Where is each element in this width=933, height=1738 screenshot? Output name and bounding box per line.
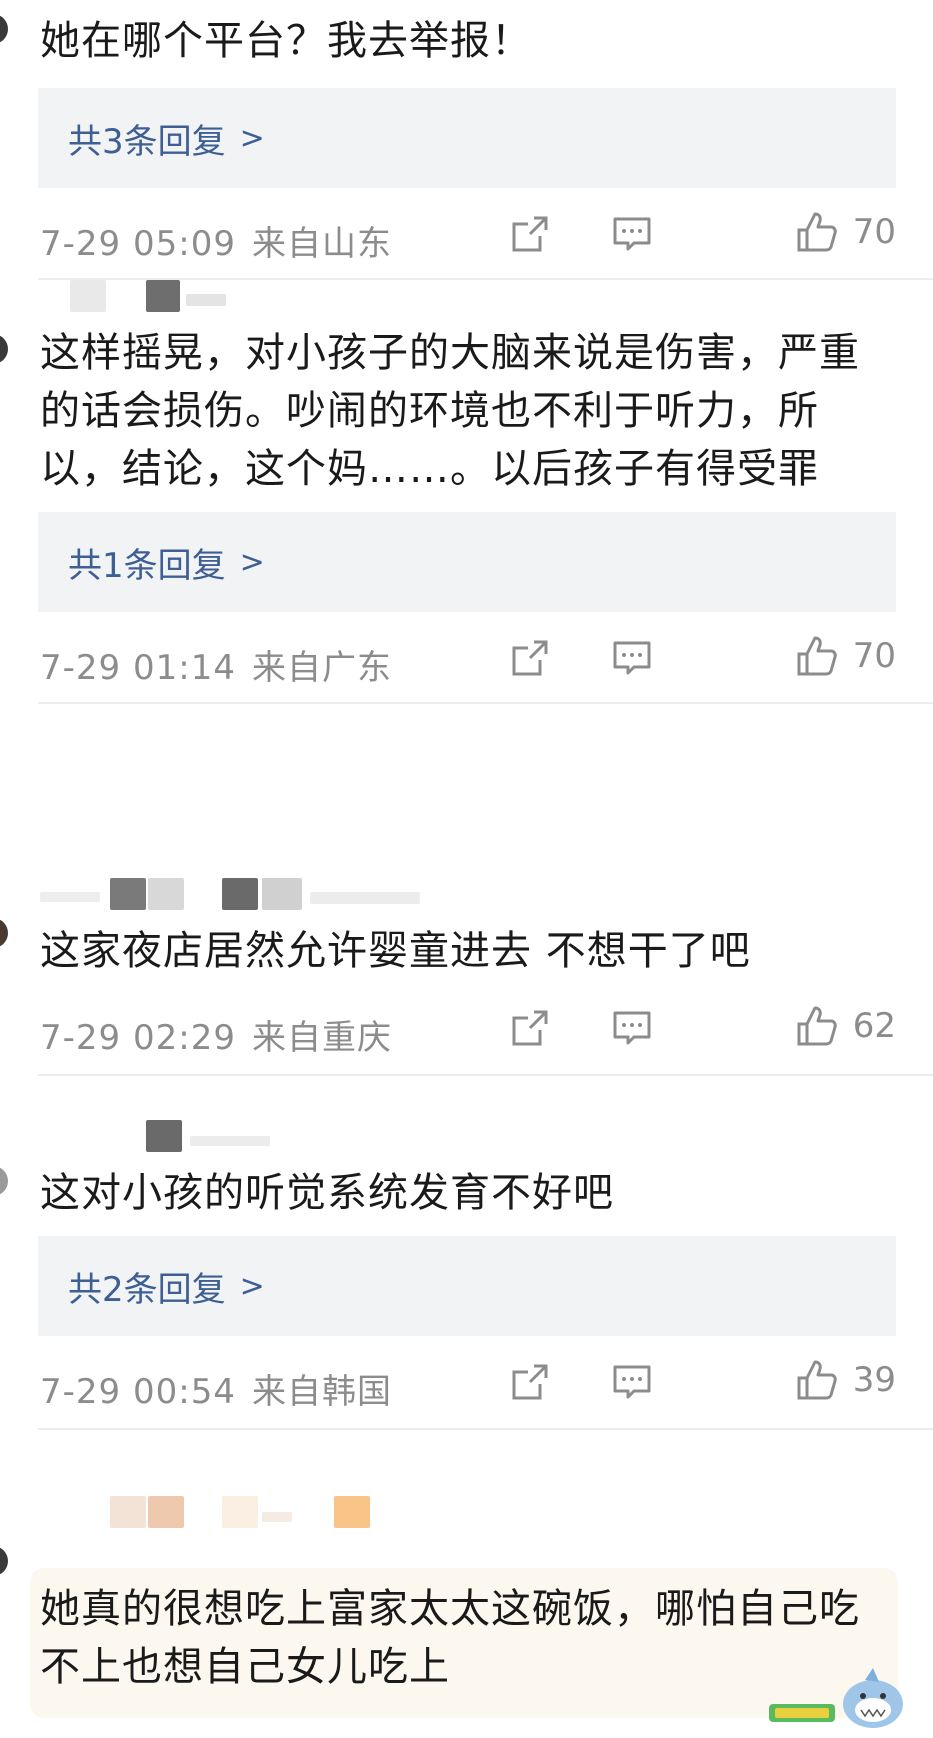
avatar[interactable] — [0, 918, 8, 948]
comment-meta: 7-29 00:54 来自韩国 39 — [40, 1336, 896, 1436]
share-icon[interactable] — [510, 214, 550, 258]
reply-count-button[interactable]: 共2条回复 > — [38, 1236, 896, 1336]
like-button[interactable]: 70 — [795, 210, 896, 254]
reply-count-label: 共2条回复 — [68, 1269, 226, 1310]
comment-date: 7-29 02:29 — [40, 1018, 236, 1058]
chevron-right-icon: > — [239, 544, 265, 580]
comment-location: 来自韩国 — [251, 1372, 392, 1412]
comment-item: 这样摇晃，对小孩子的大脑来说是伤害，严重的话会损伤。吵闹的环境也不利于听力，所以… — [0, 272, 933, 704]
comment-date: 7-29 00:54 — [40, 1372, 236, 1412]
chevron-right-icon: > — [239, 120, 265, 156]
comment-text: 这样摇晃，对小孩子的大脑来说是伤害，严重的话会损伤。吵闹的环境也不利于听力，所以… — [40, 330, 860, 492]
comment-location: 来自广东 — [251, 648, 392, 688]
avatar[interactable] — [0, 1546, 8, 1576]
comment-item: 她在哪个平台？我去举报！ 共3条回复 > 7-29 05:09 来自山东 70 — [0, 0, 933, 280]
comment-icon[interactable] — [612, 1362, 652, 1406]
comment-meta: 7-29 02:29 来自重庆 62 — [40, 982, 896, 1082]
like-count: 70 — [852, 636, 896, 676]
like-button[interactable]: 70 — [795, 634, 896, 678]
comment-date: 7-29 05:09 — [40, 224, 236, 264]
thumbs-up-icon — [797, 636, 837, 676]
comment-date: 7-29 01:14 — [40, 648, 236, 688]
watermark-logo — [765, 1666, 915, 1734]
like-count: 39 — [852, 1360, 896, 1400]
comment-icon[interactable] — [612, 1008, 652, 1052]
comment-item: 她真的很想吃上富家太太这碗饭，哪怕自己吃不上也想自己女儿吃上 — [0, 1488, 933, 1728]
username-blurred[interactable] — [0, 272, 933, 312]
avatar[interactable] — [0, 1166, 8, 1196]
comment-location: 来自山东 — [251, 224, 392, 264]
thumbs-up-icon — [797, 1006, 837, 1046]
share-icon[interactable] — [510, 1008, 550, 1052]
avatar[interactable] — [0, 334, 8, 364]
like-button[interactable]: 39 — [795, 1358, 896, 1402]
reply-count-button[interactable]: 共3条回复 > — [38, 88, 896, 188]
thumbs-up-icon — [797, 212, 837, 252]
username-blurred[interactable] — [0, 870, 933, 910]
comment-item: 这家夜店居然允许婴童进去 不想干了吧 7-29 02:29 来自重庆 62 — [0, 870, 933, 1076]
comment-item: 这对小孩的听觉系统发育不好吧 共2条回复 > 7-29 00:54 来自韩国 39 — [0, 1112, 933, 1430]
avatar[interactable] — [0, 14, 8, 44]
reply-count-label: 共3条回复 — [68, 121, 226, 162]
share-icon[interactable] — [510, 1362, 550, 1406]
reply-count-button[interactable]: 共1条回复 > — [38, 512, 896, 612]
username-blurred[interactable] — [0, 1488, 933, 1528]
comment-icon[interactable] — [612, 214, 652, 258]
comment-meta: 7-29 01:14 来自广东 70 — [40, 612, 896, 712]
share-icon[interactable] — [510, 638, 550, 682]
chevron-right-icon: > — [239, 1268, 265, 1304]
reply-count-label: 共1条回复 — [68, 545, 226, 586]
comment-text: 这对小孩的听觉系统发育不好吧 — [40, 1170, 614, 1216]
username-blurred[interactable] — [0, 1112, 933, 1152]
thumbs-up-icon — [797, 1360, 837, 1400]
comment-text: 这家夜店居然允许婴童进去 不想干了吧 — [40, 928, 751, 974]
like-count: 62 — [852, 1006, 896, 1046]
like-button[interactable]: 62 — [795, 1004, 896, 1048]
comment-text: 她在哪个平台？我去举报！ — [40, 18, 532, 64]
comment-location: 来自重庆 — [251, 1018, 392, 1058]
comment-icon[interactable] — [612, 638, 652, 682]
like-count: 70 — [852, 212, 896, 252]
